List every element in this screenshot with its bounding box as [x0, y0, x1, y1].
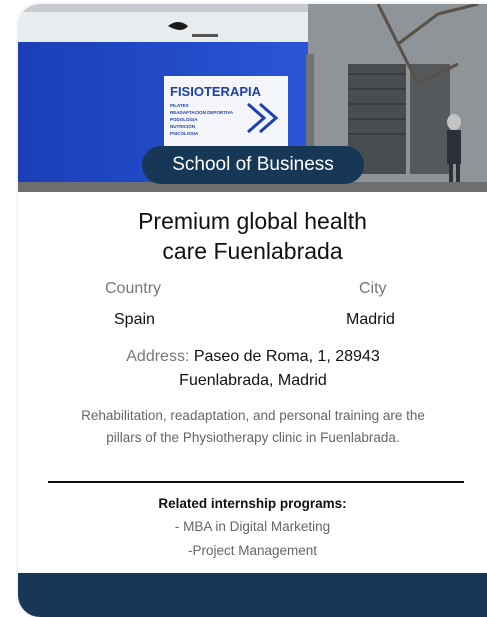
sign-line: PODOLOGIA: [170, 117, 198, 122]
program-card: FISIOTERAPIA PILATES READAPTACION DEPORT…: [18, 4, 487, 617]
title-line: Premium global health: [138, 208, 367, 234]
address-label: Address:: [126, 348, 190, 365]
hero-image: FISIOTERAPIA PILATES READAPTACION DEPORT…: [18, 4, 487, 192]
sign-line: NUTRICION: [170, 124, 195, 129]
country-label: Country: [105, 280, 162, 297]
divider: [48, 481, 464, 483]
related-programs-title: Related internship programs:: [158, 496, 347, 511]
address-line: Fuenlabrada, Madrid: [179, 372, 327, 389]
city-value: Madrid: [346, 311, 395, 328]
related-program-item[interactable]: -Project Management: [18, 543, 487, 558]
description: Rehabilitation, readaptation, and person…: [48, 405, 458, 449]
school-badge: School of Business: [142, 146, 364, 184]
sign-title: FISIOTERAPIA: [170, 84, 262, 99]
address: Address: Paseo de Roma, 1, 28943 Fuenlab…: [78, 345, 428, 393]
address-line: Paseo de Roma, 1, 28943: [193, 348, 380, 365]
country-value: Spain: [114, 311, 155, 328]
sign-line: PILATES: [170, 103, 189, 108]
description-line: pillars of the Physiotherapy clinic in F…: [106, 430, 400, 445]
sign-line: READAPTACION DEPORTIVA: [170, 110, 234, 115]
city-label: City: [359, 280, 387, 297]
fisioterapia-sign: FISIOTERAPIA PILATES READAPTACION DEPORT…: [164, 76, 288, 150]
title-line: care Fuenlabrada: [162, 238, 343, 264]
card-footer-bar: [18, 573, 487, 617]
description-line: Rehabilitation, readaptation, and person…: [81, 408, 425, 423]
sign-line: PSICOLOGIA: [170, 131, 199, 136]
related-program-item[interactable]: - MBA in Digital Marketing: [18, 519, 487, 534]
page-title: Premium global health care Fuenlabrada: [18, 206, 487, 266]
